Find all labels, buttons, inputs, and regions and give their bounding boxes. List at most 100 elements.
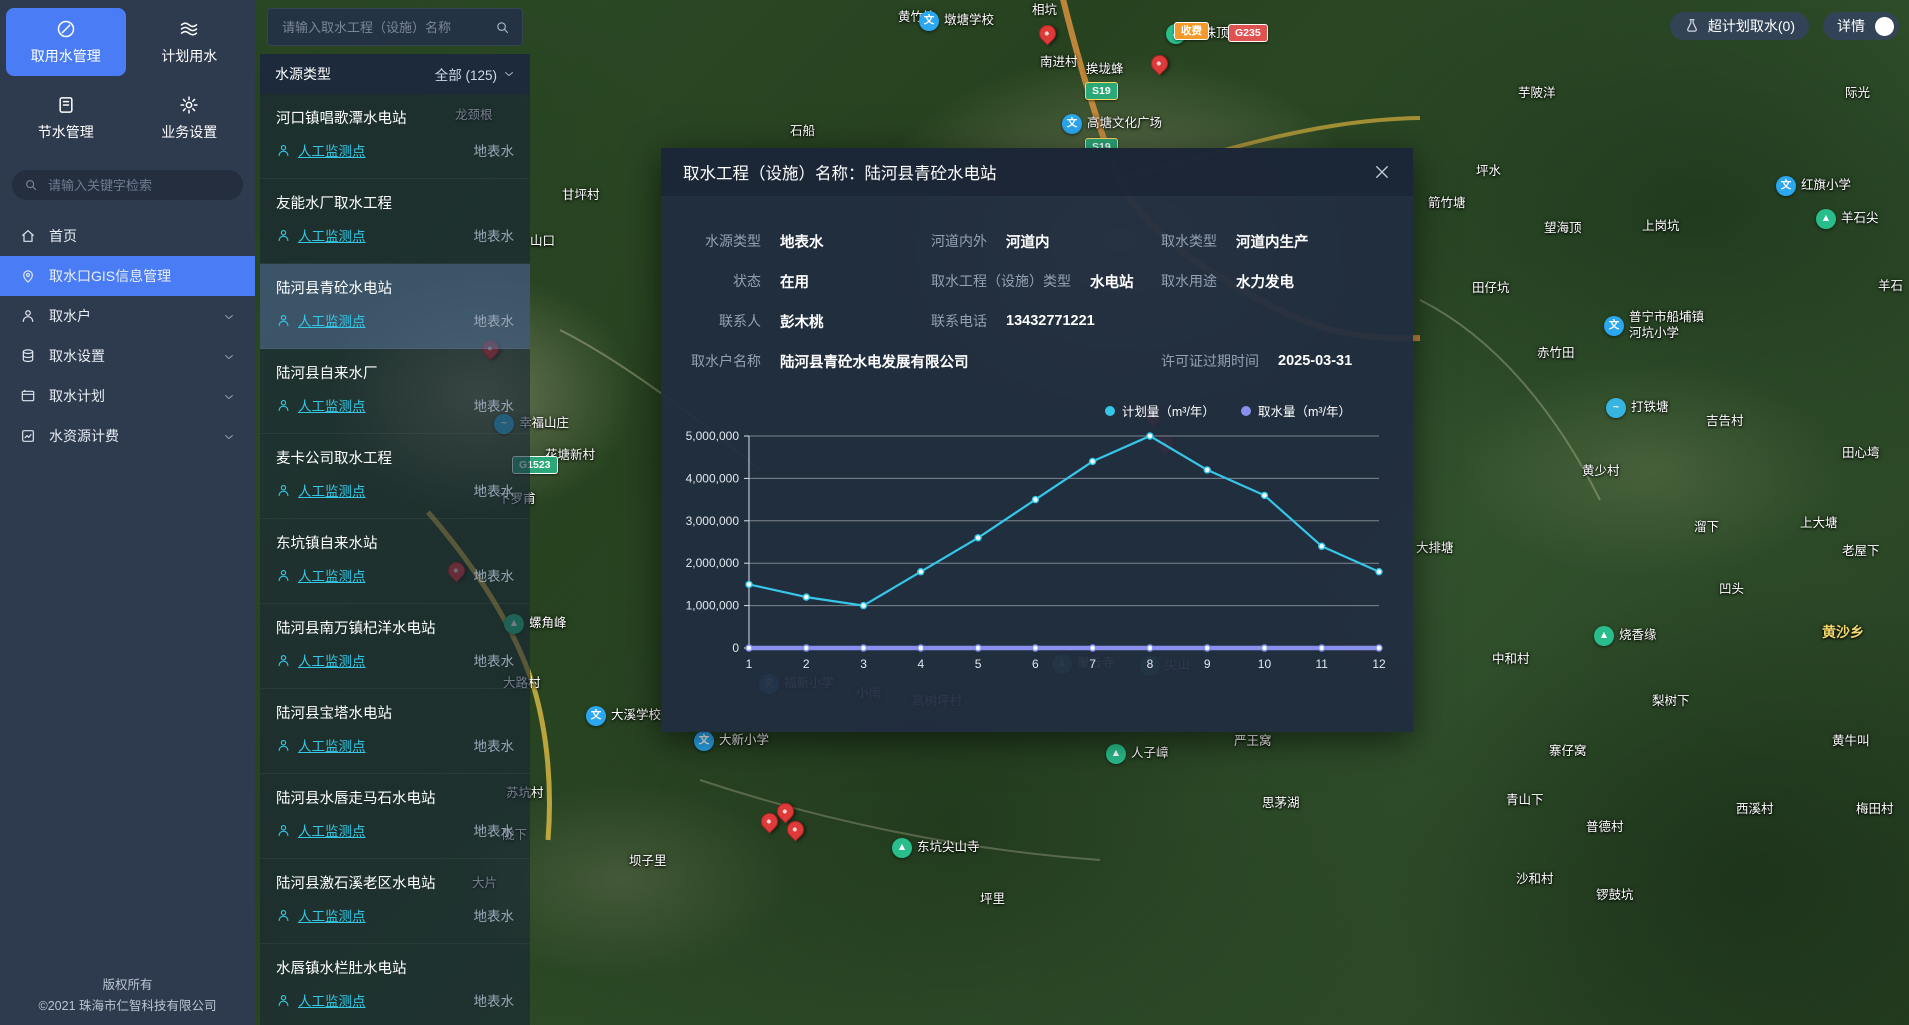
station-meta: 人工监测点地表水 <box>276 310 514 330</box>
map-poi-text: 坪里 <box>980 892 1005 908</box>
flask-icon <box>1684 18 1700 34</box>
map-poi-label: 田心塆 <box>1842 446 1880 462</box>
sidebar-item-label: 取水计划 <box>49 386 105 406</box>
field-label: 取水用途 <box>1161 271 1217 291</box>
list-item[interactable]: 陆河县南万镇杞洋水电站人工监测点地表水 <box>260 604 530 689</box>
water-source-label: 地表水 <box>474 225 515 245</box>
source-filter-dropdown[interactable]: 全部 (125) <box>435 64 515 84</box>
usage-chart[interactable]: 计划量（m³/年）取水量（m³/年） 01,000,0002,000,0003,… <box>661 401 1413 676</box>
svg-text:12: 12 <box>1372 657 1386 671</box>
svg-text:9: 9 <box>1204 657 1211 671</box>
sidebar-item[interactable]: 取水口GIS信息管理 <box>0 256 255 296</box>
station-name: 水唇镇水栏肚水电站 <box>276 957 514 978</box>
map-poi-label: 上岗坑 <box>1642 219 1680 235</box>
map-poi-text: 山口 <box>530 234 555 250</box>
map-poi-text: 墩塘学校 <box>944 13 994 29</box>
mountain-marker-icon: ▲ <box>892 838 912 858</box>
monitor-link[interactable]: 人工监测点 <box>298 650 366 670</box>
station-meta: 人工监测点地表水 <box>276 905 514 925</box>
sidebar-item[interactable]: 取水设置 <box>0 336 255 376</box>
info-field: 河道内外河道内 <box>931 221 1050 261</box>
legend-item[interactable]: 计划量（m³/年） <box>1105 401 1215 420</box>
sidebar-item[interactable]: 水资源计费 <box>0 416 255 456</box>
map-poi-label: 甘坪村 <box>562 188 600 204</box>
map-poi-text: 高塘文化广场 <box>1087 116 1162 132</box>
field-value: 在用 <box>780 271 809 292</box>
person-icon <box>276 823 291 838</box>
monitor-link[interactable]: 人工监测点 <box>298 225 366 245</box>
close-icon[interactable] <box>1373 163 1391 181</box>
monitor-link[interactable]: 人工监测点 <box>298 990 366 1010</box>
module-button[interactable]: 节水管理 <box>6 84 126 152</box>
map-poi-text: 青山下 <box>1506 793 1544 809</box>
station-meta: 人工监测点地表水 <box>276 820 514 840</box>
module-button[interactable]: 计划用水 <box>130 8 250 76</box>
copyright-line2: ©2021 珠海市仁智科技有限公司 <box>0 996 255 1017</box>
map-poi-label: 老屋下 <box>1842 544 1880 560</box>
station-search-input[interactable] <box>280 19 487 36</box>
list-item[interactable]: 东坑镇自来水站人工监测点地表水 <box>260 519 530 604</box>
monitor-link[interactable]: 人工监测点 <box>298 480 366 500</box>
monitor-link[interactable]: 人工监测点 <box>298 905 366 925</box>
over-plan-button[interactable]: 超计划取水(0) <box>1670 12 1809 40</box>
monitor-link[interactable]: 人工监测点 <box>298 565 366 585</box>
info-field: 联系电话13432771221 <box>931 301 1095 341</box>
monitor-link[interactable]: 人工监测点 <box>298 820 366 840</box>
board-icon <box>20 388 36 404</box>
sidebar-item[interactable]: 首页 <box>0 216 255 256</box>
module-label: 节水管理 <box>38 122 94 142</box>
map-poi-text: 溜下 <box>1694 520 1719 536</box>
list-item[interactable]: 陆河县宝塔水电站人工监测点地表水 <box>260 689 530 774</box>
water-source-label: 地表水 <box>474 650 515 670</box>
sidebar-search-input[interactable] <box>46 177 231 194</box>
list-item[interactable]: 陆河县激石溪老区水电站人工监测点地表水 <box>260 859 530 944</box>
pin-icon <box>20 268 36 284</box>
svg-text:4: 4 <box>917 657 924 671</box>
sidebar-search[interactable] <box>12 170 243 200</box>
monitor-link[interactable]: 人工监测点 <box>298 310 366 330</box>
legend-item[interactable]: 取水量（m³/年） <box>1241 401 1351 420</box>
module-label: 业务设置 <box>161 122 217 142</box>
field-label: 联系人 <box>661 311 761 331</box>
module-button[interactable]: 取用水管理 <box>6 8 126 76</box>
sidebar-item[interactable]: 取水计划 <box>0 376 255 416</box>
list-item[interactable]: 麦卡公司取水工程人工监测点地表水 <box>260 434 530 519</box>
list-item[interactable]: 友能水厂取水工程人工监测点地表水 <box>260 179 530 264</box>
mountain-marker-icon: ▲ <box>1816 209 1836 229</box>
school-marker-icon: 文 <box>694 731 714 751</box>
sidebar-item-label: 取水口GIS信息管理 <box>49 266 171 286</box>
legend-label: 计划量（m³/年） <box>1122 401 1215 420</box>
person-icon <box>276 228 291 243</box>
map-poi-text: 烧香缘 <box>1619 628 1657 644</box>
monitor-link[interactable]: 人工监测点 <box>298 140 366 160</box>
person-icon <box>276 908 291 923</box>
info-row: 联系人彭木桃联系电话13432771221 <box>661 301 1413 341</box>
legend-dot <box>1105 406 1115 416</box>
field-value: 地表水 <box>780 231 824 252</box>
monitor-link[interactable]: 人工监测点 <box>298 395 366 415</box>
list-item[interactable]: 陆河县自来水厂人工监测点地表水 <box>260 349 530 434</box>
list-item[interactable]: 河口镇唱歌潭水电站人工监测点地表水 <box>260 94 530 179</box>
list-item[interactable]: 陆河县水唇走马石水电站人工监测点地表水 <box>260 774 530 859</box>
station-search[interactable] <box>267 8 523 46</box>
details-toggle[interactable]: 详情 <box>1823 12 1899 40</box>
sidebar-item[interactable]: 取水户 <box>0 296 255 336</box>
details-toggle-label: 详情 <box>1837 16 1865 36</box>
map-poi-text: 思茅湖 <box>1262 796 1300 812</box>
map-poi-label: 石船 <box>790 124 815 140</box>
water-source-label: 地表水 <box>474 140 515 160</box>
list-item[interactable]: 水唇镇水栏肚水电站人工监测点地表水 <box>260 944 530 1025</box>
module-button[interactable]: 业务设置 <box>130 84 250 152</box>
list-item[interactable]: 陆河县青砼水电站人工监测点地表水 <box>260 264 530 349</box>
source-filter-bar: 水源类型 全部 (125) <box>260 54 530 94</box>
station-name: 陆河县水唇走马石水电站 <box>276 787 514 808</box>
map-poi-text: 田心塆 <box>1842 446 1880 462</box>
database-icon <box>20 348 36 364</box>
svg-text:1,000,000: 1,000,000 <box>686 599 740 613</box>
station-meta: 人工监测点 地表水 <box>276 650 514 670</box>
chevron-down-icon <box>503 68 515 80</box>
station-meta: 人工监测点地表水 <box>276 565 514 585</box>
svg-text:8: 8 <box>1147 657 1154 671</box>
monitor-link[interactable]: 人工监测点 <box>298 735 366 755</box>
field-label: 许可证过期时间 <box>1161 351 1259 371</box>
